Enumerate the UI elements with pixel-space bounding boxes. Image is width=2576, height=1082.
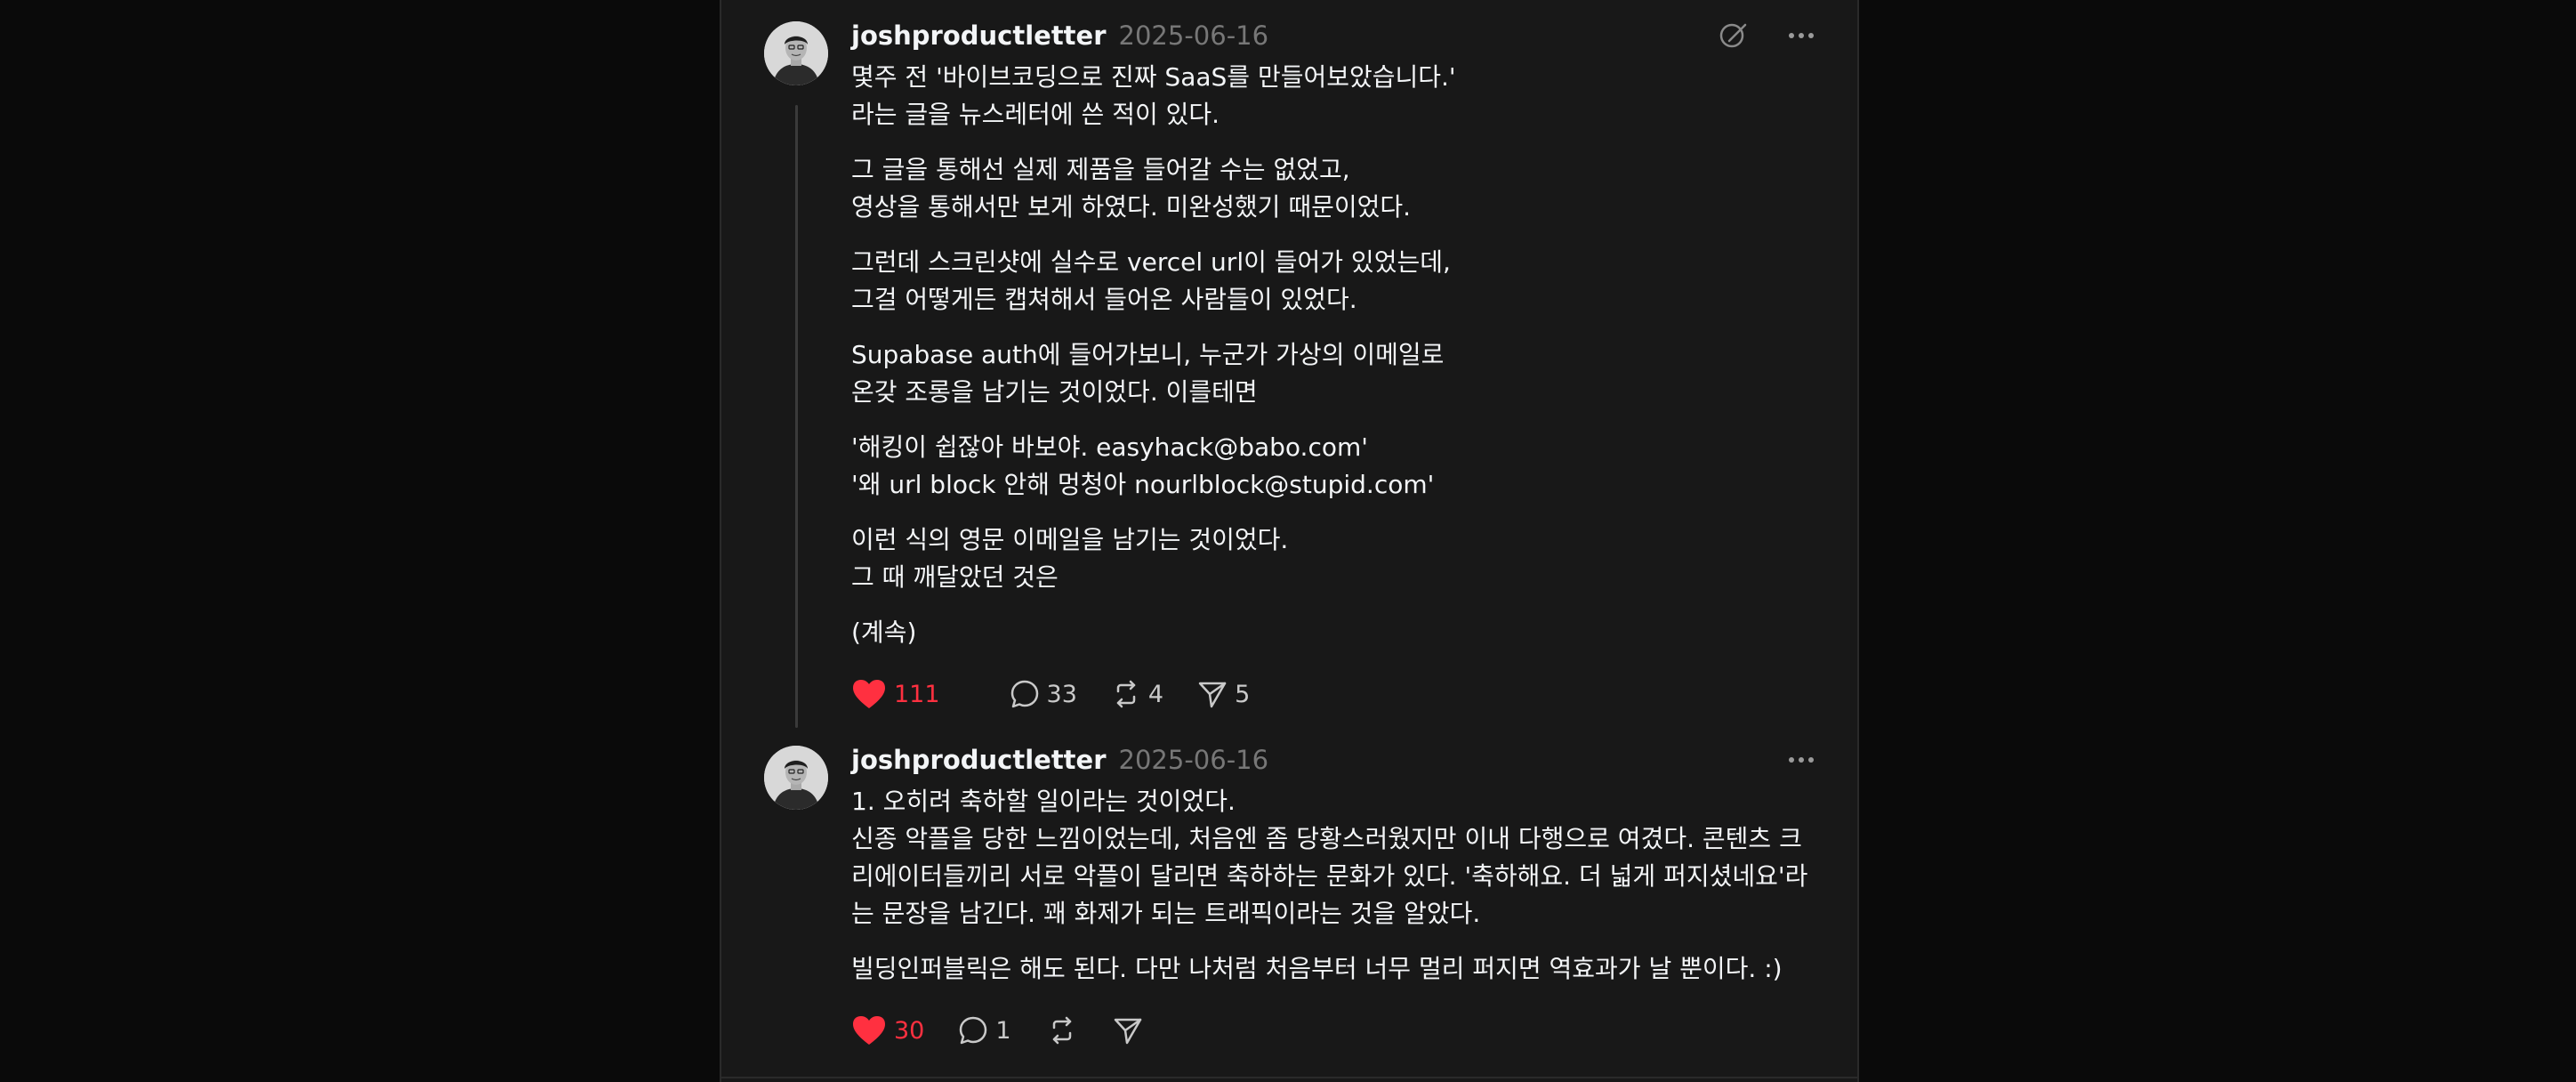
paragraph: 몇주 전 '바이브코딩으로 진짜 SaaS를 만들어보았습니다.' 라는 글을 … bbox=[851, 59, 1830, 133]
send-icon bbox=[1114, 1018, 1141, 1045]
repost-button[interactable]: 4 bbox=[1111, 679, 1163, 709]
divider bbox=[721, 1077, 1857, 1078]
post-header: joshproductletter 2025-06-16 bbox=[851, 742, 1268, 778]
post-actions: 30 1 bbox=[851, 1013, 1177, 1048]
post-top-actions bbox=[1716, 18, 1819, 53]
comment-button[interactable]: 33 bbox=[1010, 679, 1077, 709]
text-line: 빌딩인퍼블릭은 해도 된다. 다만 나처럼 처음부터 너무 멀리 퍼지면 역효과… bbox=[851, 954, 1783, 983]
text-line: '왜 url block 안해 멍청아 nourlblock@stupid.co… bbox=[851, 470, 1435, 499]
like-count: 30 bbox=[894, 1016, 925, 1045]
text-line: 1. 오히려 축하할 일이라는 것이었다. bbox=[851, 787, 1236, 816]
heart-icon bbox=[853, 680, 885, 708]
like-button[interactable]: 30 bbox=[851, 1014, 924, 1046]
post-body: 1. 오히려 축하할 일이라는 것이었다. 신종 악플을 당한 느낌이었는데, … bbox=[851, 783, 1812, 1005]
paragraph: 빌딩인퍼블릭은 해도 된다. 다만 나처럼 처음부터 너무 멀리 퍼지면 역효과… bbox=[851, 950, 1812, 988]
paragraph: '해킹이 쉽잖아 바보야. easyhack@babo.com' '왜 url … bbox=[851, 429, 1830, 504]
comment-icon bbox=[960, 1016, 987, 1045]
share-count: 5 bbox=[1235, 680, 1251, 708]
share-button[interactable]: 5 bbox=[1197, 679, 1250, 709]
text-line: Supabase auth에 들어가보니, 누군가 가상의 이메일로 bbox=[851, 340, 1445, 369]
like-button[interactable]: 111 bbox=[851, 678, 940, 710]
comment-button[interactable]: 1 bbox=[958, 1015, 1011, 1046]
text-line: '해킹이 쉽잖아 바보야. easyhack@babo.com' bbox=[851, 432, 1368, 462]
edit-note-icon[interactable] bbox=[1716, 18, 1751, 53]
heart-icon bbox=[853, 1016, 885, 1045]
text-line: 이런 식의 영문 이메일을 남기는 것이었다. bbox=[851, 525, 1289, 554]
text-line: (계속) bbox=[851, 618, 917, 647]
post-date[interactable]: 2025-06-16 bbox=[1119, 745, 1269, 775]
repost-button[interactable] bbox=[1047, 1015, 1077, 1046]
avatar[interactable] bbox=[764, 746, 828, 810]
text-line: 몇주 전 '바이브코딩으로 진짜 SaaS를 만들어보았습니다.' bbox=[851, 62, 1456, 92]
paragraph: (계속) bbox=[851, 614, 1830, 651]
post-actions: 111 33 4 5 bbox=[851, 676, 1284, 712]
post-date[interactable]: 2025-06-16 bbox=[1119, 20, 1269, 51]
text-line: 그걸 어떻게든 캡쳐해서 들어온 사람들이 있었다. bbox=[851, 285, 1357, 314]
comment-icon bbox=[1010, 680, 1038, 708]
thread-column: joshproductletter 2025-06-16 몇주 전 '바이브코딩… bbox=[720, 0, 1859, 1082]
username[interactable]: joshproductletter bbox=[851, 20, 1107, 51]
text-line: 그 때 깨달았던 것은 bbox=[851, 562, 1059, 592]
paragraph: 이런 식의 영문 이메일을 남기는 것이었다. 그 때 깨달았던 것은 bbox=[851, 521, 1830, 596]
comment-count: 33 bbox=[1046, 680, 1077, 708]
comment-count: 1 bbox=[995, 1016, 1011, 1045]
paragraph: 그 글을 통해선 실제 제품을 들어갈 수는 없었고, 영상을 통해서만 보게 … bbox=[851, 151, 1830, 226]
text-line: 온갖 조롱을 남기는 것이었다. 이를테면 bbox=[851, 377, 1258, 407]
paragraph: Supabase auth에 들어가보니, 누군가 가상의 이메일로 온갖 조롱… bbox=[851, 336, 1830, 411]
repost-count: 4 bbox=[1147, 680, 1164, 708]
like-count: 111 bbox=[894, 680, 940, 708]
repost-icon bbox=[1116, 680, 1136, 708]
more-icon[interactable] bbox=[1783, 18, 1819, 53]
post-header: joshproductletter 2025-06-16 bbox=[851, 18, 1268, 53]
avatar[interactable] bbox=[764, 21, 828, 85]
thread-line bbox=[795, 105, 798, 728]
text-line: 그런데 스크린샷에 실수로 vercel url이 들어가 있었는데, bbox=[851, 247, 1451, 277]
repost-icon bbox=[1052, 1016, 1071, 1045]
post-top-actions bbox=[1783, 742, 1819, 778]
text-line: 영상을 통해서만 보게 하였다. 미완성했기 때문이었다. bbox=[851, 192, 1412, 222]
post-body: 몇주 전 '바이브코딩으로 진짜 SaaS를 만들어보았습니다.' 라는 글을 … bbox=[851, 59, 1830, 669]
username[interactable]: joshproductletter bbox=[851, 745, 1107, 775]
send-icon bbox=[1198, 682, 1227, 708]
text-line: 그 글을 통해선 실제 제품을 들어갈 수는 없었고, bbox=[851, 155, 1350, 184]
text-line: 신종 악플을 당한 느낌이었는데, 처음엔 좀 당황스러웠지만 이내 다행으로 … bbox=[851, 824, 1808, 928]
share-button[interactable] bbox=[1113, 1015, 1143, 1046]
paragraph: 그런데 스크린샷에 실수로 vercel url이 들어가 있었는데, 그걸 어… bbox=[851, 244, 1830, 319]
text-line: 라는 글을 뉴스레터에 쓴 적이 있다. bbox=[851, 100, 1220, 129]
paragraph: 1. 오히려 축하할 일이라는 것이었다. 신종 악플을 당한 느낌이었는데, … bbox=[851, 783, 1812, 933]
more-icon[interactable] bbox=[1783, 742, 1819, 778]
